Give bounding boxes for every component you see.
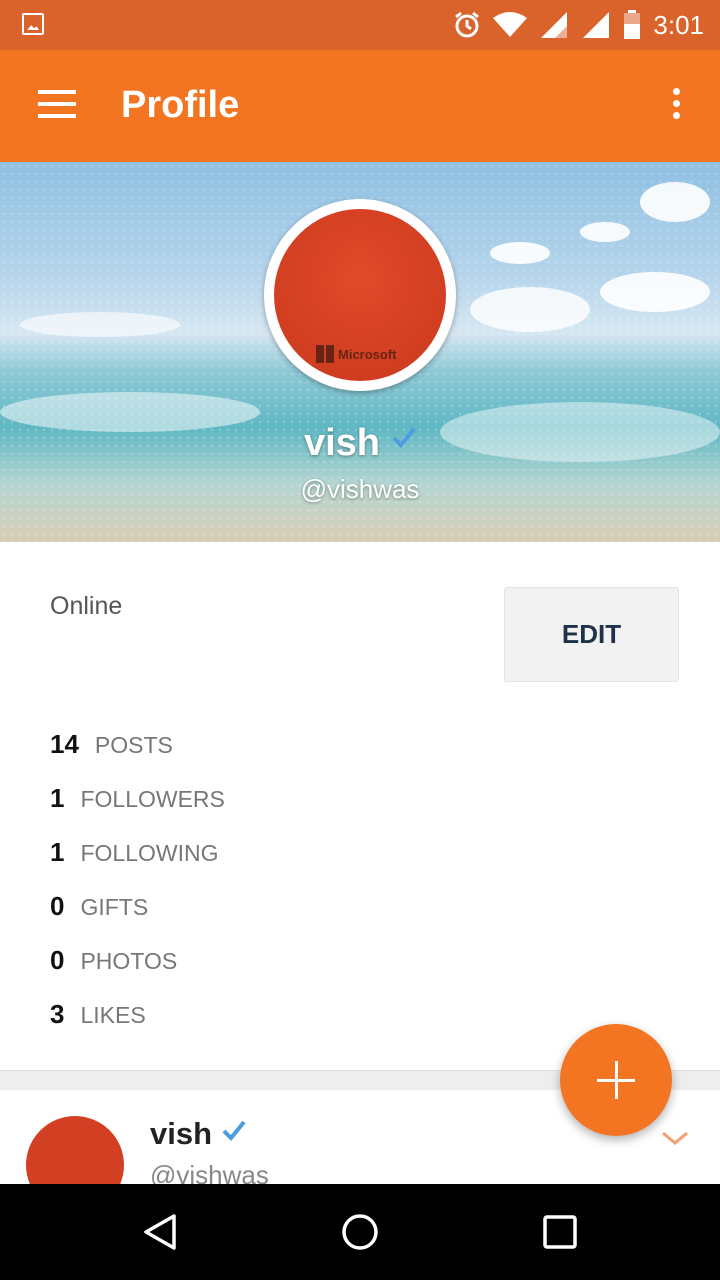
stat-likes[interactable]: 3 LIKES [50, 999, 146, 1030]
stat-label: FOLLOWERS [80, 786, 225, 812]
clock-time: 3:01 [653, 9, 704, 40]
profile-name-row: vish [0, 422, 720, 465]
alarm-icon [455, 11, 480, 38]
online-status: Online [50, 592, 123, 620]
stat-count: 1 [50, 783, 65, 813]
profile-avatar[interactable]: Microsoft [264, 199, 456, 391]
stat-label: FOLLOWING [80, 840, 219, 866]
microsoft-logo: Microsoft [316, 345, 397, 363]
stat-following[interactable]: 1 FOLLOWING [50, 837, 218, 868]
stat-photos[interactable]: 0 PHOTOS [50, 945, 177, 976]
add-fab-button[interactable] [560, 1024, 672, 1136]
stat-count: 0 [50, 891, 65, 921]
stat-label: GIFTS [80, 894, 149, 920]
app-bar: Profile [0, 50, 720, 162]
wifi-icon [493, 12, 528, 37]
post-author-handle: @vishwas [150, 1160, 269, 1184]
more-vert-icon[interactable] [668, 88, 684, 124]
stat-count: 3 [50, 999, 65, 1029]
page-title: Profile [121, 84, 240, 126]
profile-handle: @vishwas [300, 474, 420, 504]
profile-name: vish [303, 422, 381, 464]
verified-check-icon [392, 427, 416, 448]
image-notification-icon [22, 13, 44, 35]
avatar-image: Microsoft [274, 209, 446, 381]
chevron-down-icon[interactable] [660, 1128, 690, 1148]
edit-button[interactable]: EDIT [504, 587, 679, 682]
battery-icon [624, 10, 641, 39]
system-nav-bar [0, 1184, 720, 1280]
stat-label: PHOTOS [80, 948, 178, 974]
signal-icon-2 [583, 12, 610, 38]
stat-gifts[interactable]: 0 GIFTS [50, 891, 148, 922]
stat-count: 0 [50, 945, 65, 975]
post-author-name: vish [150, 1116, 246, 1152]
home-icon[interactable] [340, 1212, 380, 1252]
stat-followers[interactable]: 1 FOLLOWERS [50, 783, 225, 814]
signal-icon [541, 12, 568, 38]
back-icon[interactable] [140, 1212, 180, 1252]
stat-label: POSTS [94, 732, 173, 758]
post-avatar[interactable] [26, 1116, 124, 1184]
stat-posts[interactable]: 14 POSTS [50, 729, 173, 760]
verified-check-icon [222, 1120, 246, 1141]
stat-count: 1 [50, 837, 65, 867]
stat-count: 14 [50, 729, 79, 759]
menu-icon[interactable] [38, 90, 76, 120]
recents-icon[interactable] [540, 1212, 580, 1252]
status-icons: 3:01 [453, 0, 704, 50]
stat-label: LIKES [80, 1002, 146, 1028]
status-bar: 3:01 [0, 0, 720, 50]
